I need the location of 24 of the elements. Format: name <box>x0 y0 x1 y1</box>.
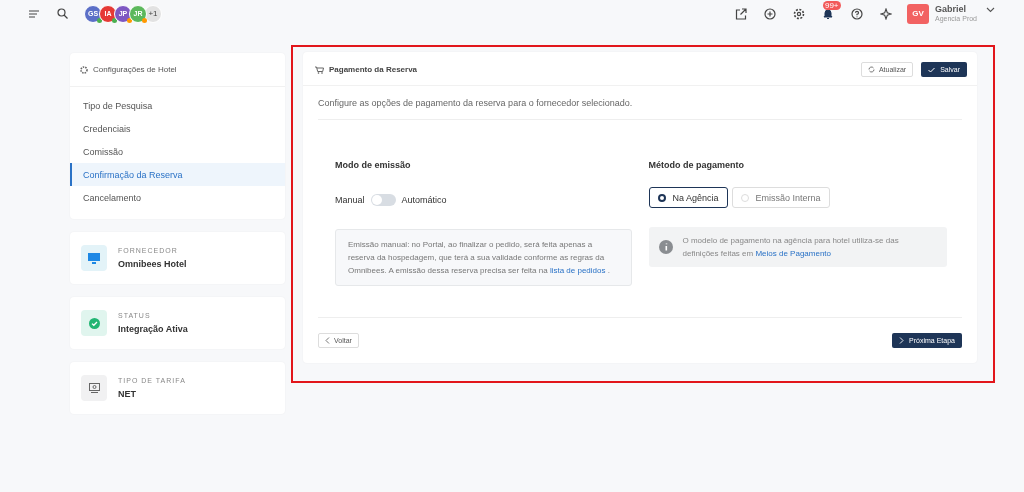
payment-option[interactable]: Emissão Interna <box>731 187 830 208</box>
section-heading: Modo de emissão <box>335 160 412 170</box>
orders-link[interactable]: lista de pedidos <box>549 266 606 275</box>
menu-item[interactable]: Confirmação da Reserva <box>70 163 285 186</box>
menu-title: Configurações de Hotel <box>93 65 177 74</box>
info-value: NET <box>118 389 137 399</box>
user-name[interactable]: Gabriel <box>934 3 977 14</box>
info-value: Integração Ativa <box>118 324 188 334</box>
emission-note: Emissão manual: no Portal, ao finalizar o pedido, será feita apenas a reserva da hospedagem, que terá a sua validade conforme as regras da Omnibees. A emissão dessa reserva precisa ser feita na lista de pedidos . <box>335 229 632 286</box>
payment-info-text: O modelo de pagamento na agência para hotel utiliza-se das definições feitas em Meios de Pagamento <box>682 235 900 260</box>
menu-item[interactable]: Credenciais <box>70 117 285 140</box>
menu-item[interactable]: Tipo de Pesquisa <box>70 94 285 117</box>
toggle-label: Manual <box>335 194 365 205</box>
info-value: Omnibees Hotel <box>118 259 187 269</box>
payment-option[interactable]: Na Agência <box>648 187 728 208</box>
more-users-count[interactable]: +1 <box>144 4 162 23</box>
toggle-label: Automático <box>401 194 447 205</box>
panel-title: Pagamento da Reserva <box>329 65 418 74</box>
menu-item[interactable]: Comissão <box>70 140 285 163</box>
panel-description: Configure as opções de pagamento da reserva para o fornecedor selecionado. <box>318 86 962 120</box>
section-heading: Método de pagamento <box>648 160 745 170</box>
payment-means-link[interactable]: Meios de Pagamento <box>755 249 832 258</box>
menu-item[interactable]: Cancelamento <box>70 186 285 209</box>
notification-badge: 99+ <box>822 0 841 10</box>
